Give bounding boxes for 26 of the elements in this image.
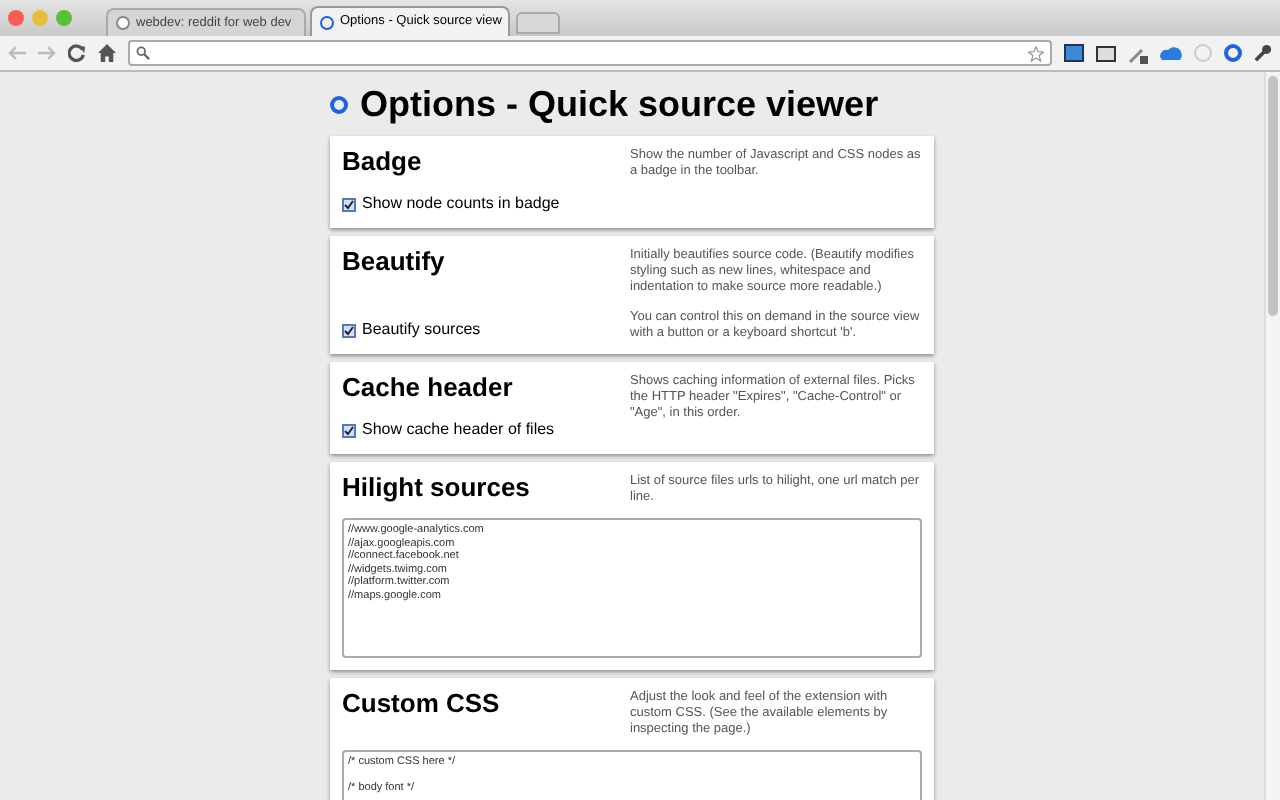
search-icon [136,46,150,60]
section-heading: Cache header [342,370,515,406]
bookmark-star-icon[interactable] [1028,45,1044,61]
ring-icon[interactable] [1224,44,1242,62]
close-window-button[interactable] [8,10,24,26]
monitor-icon[interactable] [1064,44,1084,62]
home-icon[interactable] [98,44,116,62]
page-title: Options - Quick source viewer [360,81,879,128]
checkbox[interactable] [342,423,356,437]
checkbox[interactable] [342,323,356,337]
address-bar[interactable] [128,40,1052,66]
cloud-icon[interactable] [1160,46,1182,60]
section-heading: Badge [342,144,424,180]
checkbox-option[interactable]: Show node counts in badge [342,192,630,216]
section-heading: Custom CSS [342,686,502,722]
eyedropper-icon[interactable] [1128,43,1148,63]
checkbox-option[interactable]: Show cache header of files [342,418,630,442]
wrench-icon[interactable] [1254,44,1272,62]
logo-ring-icon [330,95,348,113]
scrollbar[interactable] [1264,72,1280,800]
ring-icon [320,15,334,29]
section-heading: Hilight sources [342,470,532,506]
reload-icon[interactable] [68,44,86,62]
section-heading: Beautify [342,244,447,280]
checkbox-option[interactable]: Beautify sources [342,318,630,342]
checkbox[interactable] [342,197,356,211]
